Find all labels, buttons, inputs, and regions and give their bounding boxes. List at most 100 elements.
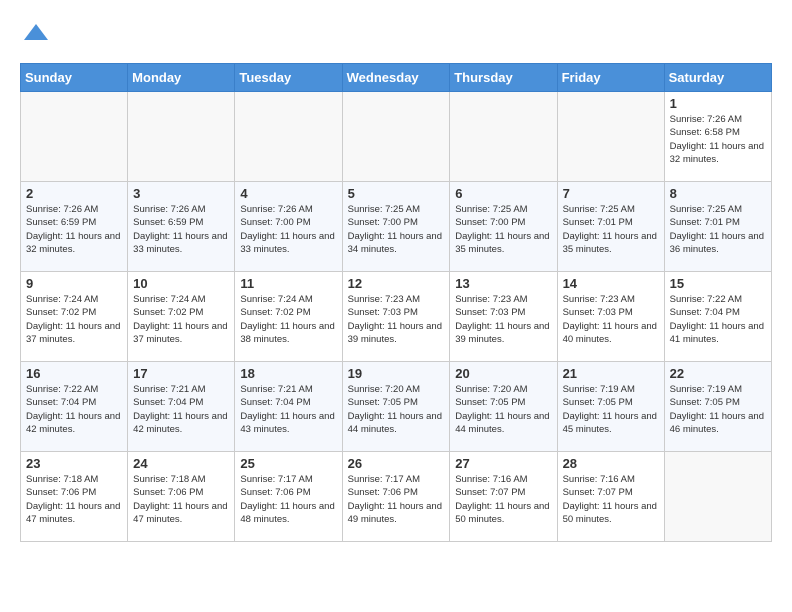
calendar-cell: 21 Sunrise: 7:19 AM Sunset: 7:05 PM Dayli… bbox=[557, 362, 664, 452]
day-info: Sunrise: 7:19 AM Sunset: 7:05 PM Dayligh… bbox=[563, 383, 659, 436]
day-number: 28 bbox=[563, 456, 659, 471]
day-number: 8 bbox=[670, 186, 766, 201]
calendar-cell: 10 Sunrise: 7:24 AM Sunset: 7:02 PM Dayli… bbox=[128, 272, 235, 362]
calendar-cell: 24 Sunrise: 7:18 AM Sunset: 7:06 PM Dayli… bbox=[128, 452, 235, 542]
calendar-cell bbox=[235, 92, 342, 182]
day-number: 6 bbox=[455, 186, 551, 201]
day-info: Sunrise: 7:25 AM Sunset: 7:01 PM Dayligh… bbox=[563, 203, 659, 256]
day-info: Sunrise: 7:16 AM Sunset: 7:07 PM Dayligh… bbox=[455, 473, 551, 526]
day-number: 1 bbox=[670, 96, 766, 111]
calendar-cell: 6 Sunrise: 7:25 AM Sunset: 7:00 PM Daylig… bbox=[450, 182, 557, 272]
day-info: Sunrise: 7:26 AM Sunset: 6:59 PM Dayligh… bbox=[133, 203, 229, 256]
day-info: Sunrise: 7:25 AM Sunset: 7:01 PM Dayligh… bbox=[670, 203, 766, 256]
day-info: Sunrise: 7:17 AM Sunset: 7:06 PM Dayligh… bbox=[348, 473, 445, 526]
weekday-header-friday: Friday bbox=[557, 64, 664, 92]
day-number: 17 bbox=[133, 366, 229, 381]
calendar-cell: 15 Sunrise: 7:22 AM Sunset: 7:04 PM Dayli… bbox=[664, 272, 771, 362]
weekday-header-monday: Monday bbox=[128, 64, 235, 92]
calendar-cell: 8 Sunrise: 7:25 AM Sunset: 7:01 PM Daylig… bbox=[664, 182, 771, 272]
day-info: Sunrise: 7:23 AM Sunset: 7:03 PM Dayligh… bbox=[348, 293, 445, 346]
calendar-week-4: 16 Sunrise: 7:22 AM Sunset: 7:04 PM Dayli… bbox=[21, 362, 772, 452]
calendar-cell: 26Sunrise: 7:17 AM Sunset: 7:06 PM Dayli… bbox=[342, 452, 450, 542]
calendar-cell: 22 Sunrise: 7:19 AM Sunset: 7:05 PM Dayli… bbox=[664, 362, 771, 452]
day-number: 12 bbox=[348, 276, 445, 291]
day-info: Sunrise: 7:23 AM Sunset: 7:03 PM Dayligh… bbox=[563, 293, 659, 346]
day-number: 19 bbox=[348, 366, 445, 381]
day-info: Sunrise: 7:26 AM Sunset: 6:59 PM Dayligh… bbox=[26, 203, 122, 256]
day-number: 10 bbox=[133, 276, 229, 291]
day-number: 5 bbox=[348, 186, 445, 201]
calendar-cell: 25Sunrise: 7:17 AM Sunset: 7:06 PM Dayli… bbox=[235, 452, 342, 542]
calendar-body: 1 Sunrise: 7:26 AM Sunset: 6:58 PM Daylig… bbox=[21, 92, 772, 542]
header bbox=[20, 20, 772, 53]
day-number: 21 bbox=[563, 366, 659, 381]
day-info: Sunrise: 7:21 AM Sunset: 7:04 PM Dayligh… bbox=[133, 383, 229, 436]
day-number: 11 bbox=[240, 276, 336, 291]
day-number: 9 bbox=[26, 276, 122, 291]
calendar-cell: 12 Sunrise: 7:23 AM Sunset: 7:03 PM Dayli… bbox=[342, 272, 450, 362]
day-info: Sunrise: 7:17 AM Sunset: 7:06 PM Dayligh… bbox=[240, 473, 336, 526]
calendar-cell: 13 Sunrise: 7:23 AM Sunset: 7:03 PM Dayli… bbox=[450, 272, 557, 362]
logo bbox=[20, 20, 50, 53]
day-info: Sunrise: 7:25 AM Sunset: 7:00 PM Dayligh… bbox=[455, 203, 551, 256]
day-number: 23 bbox=[26, 456, 122, 471]
calendar-cell bbox=[21, 92, 128, 182]
day-number: 14 bbox=[563, 276, 659, 291]
day-info: Sunrise: 7:24 AM Sunset: 7:02 PM Dayligh… bbox=[26, 293, 122, 346]
day-info: Sunrise: 7:22 AM Sunset: 7:04 PM Dayligh… bbox=[26, 383, 122, 436]
calendar-cell: 16 Sunrise: 7:22 AM Sunset: 7:04 PM Dayli… bbox=[21, 362, 128, 452]
day-number: 20 bbox=[455, 366, 551, 381]
calendar-cell: 27Sunrise: 7:16 AM Sunset: 7:07 PM Dayli… bbox=[450, 452, 557, 542]
day-info: Sunrise: 7:21 AM Sunset: 7:04 PM Dayligh… bbox=[240, 383, 336, 436]
calendar-week-2: 2 Sunrise: 7:26 AM Sunset: 6:59 PM Daylig… bbox=[21, 182, 772, 272]
day-number: 15 bbox=[670, 276, 766, 291]
day-number: 4 bbox=[240, 186, 336, 201]
calendar-cell bbox=[342, 92, 450, 182]
calendar-cell: 3 Sunrise: 7:26 AM Sunset: 6:59 PM Daylig… bbox=[128, 182, 235, 272]
calendar-cell: 18 Sunrise: 7:21 AM Sunset: 7:04 PM Dayli… bbox=[235, 362, 342, 452]
day-number: 18 bbox=[240, 366, 336, 381]
calendar-cell bbox=[128, 92, 235, 182]
calendar-table: SundayMondayTuesdayWednesdayThursdayFrid… bbox=[20, 63, 772, 542]
weekday-header-thursday: Thursday bbox=[450, 64, 557, 92]
calendar-cell: 17 Sunrise: 7:21 AM Sunset: 7:04 PM Dayli… bbox=[128, 362, 235, 452]
weekday-header-sunday: Sunday bbox=[21, 64, 128, 92]
day-number: 2 bbox=[26, 186, 122, 201]
calendar-cell: 4 Sunrise: 7:26 AM Sunset: 7:00 PM Daylig… bbox=[235, 182, 342, 272]
day-info: Sunrise: 7:19 AM Sunset: 7:05 PM Dayligh… bbox=[670, 383, 766, 436]
day-info: Sunrise: 7:18 AM Sunset: 7:06 PM Dayligh… bbox=[133, 473, 229, 526]
weekday-header-saturday: Saturday bbox=[664, 64, 771, 92]
day-number: 16 bbox=[26, 366, 122, 381]
calendar-cell: 20 Sunrise: 7:20 AM Sunset: 7:05 PM Dayli… bbox=[450, 362, 557, 452]
calendar-cell: 2 Sunrise: 7:26 AM Sunset: 6:59 PM Daylig… bbox=[21, 182, 128, 272]
calendar-cell bbox=[450, 92, 557, 182]
day-number: 7 bbox=[563, 186, 659, 201]
day-info: Sunrise: 7:20 AM Sunset: 7:05 PM Dayligh… bbox=[455, 383, 551, 436]
calendar-cell: 19 Sunrise: 7:20 AM Sunset: 7:05 PM Dayli… bbox=[342, 362, 450, 452]
day-info: Sunrise: 7:24 AM Sunset: 7:02 PM Dayligh… bbox=[133, 293, 229, 346]
calendar-cell: 28 Sunrise: 7:16 AM Sunset: 7:07 PM Dayli… bbox=[557, 452, 664, 542]
day-number: 24 bbox=[133, 456, 229, 471]
calendar-week-1: 1 Sunrise: 7:26 AM Sunset: 6:58 PM Daylig… bbox=[21, 92, 772, 182]
day-info: Sunrise: 7:16 AM Sunset: 7:07 PM Dayligh… bbox=[563, 473, 659, 526]
weekday-header-tuesday: Tuesday bbox=[235, 64, 342, 92]
calendar-cell: 1 Sunrise: 7:26 AM Sunset: 6:58 PM Daylig… bbox=[664, 92, 771, 182]
calendar-week-3: 9 Sunrise: 7:24 AM Sunset: 7:02 PM Daylig… bbox=[21, 272, 772, 362]
weekday-header-wednesday: Wednesday bbox=[342, 64, 450, 92]
calendar-cell bbox=[557, 92, 664, 182]
day-info: Sunrise: 7:22 AM Sunset: 7:04 PM Dayligh… bbox=[670, 293, 766, 346]
calendar-cell: 11Sunrise: 7:24 AM Sunset: 7:02 PM Dayli… bbox=[235, 272, 342, 362]
day-info: Sunrise: 7:26 AM Sunset: 6:58 PM Dayligh… bbox=[670, 113, 766, 166]
day-info: Sunrise: 7:23 AM Sunset: 7:03 PM Dayligh… bbox=[455, 293, 551, 346]
calendar-week-5: 23 Sunrise: 7:18 AM Sunset: 7:06 PM Dayli… bbox=[21, 452, 772, 542]
calendar-cell: 9 Sunrise: 7:24 AM Sunset: 7:02 PM Daylig… bbox=[21, 272, 128, 362]
calendar-cell: 7 Sunrise: 7:25 AM Sunset: 7:01 PM Daylig… bbox=[557, 182, 664, 272]
day-info: Sunrise: 7:20 AM Sunset: 7:05 PM Dayligh… bbox=[348, 383, 445, 436]
day-number: 3 bbox=[133, 186, 229, 201]
day-info: Sunrise: 7:26 AM Sunset: 7:00 PM Dayligh… bbox=[240, 203, 336, 256]
day-info: Sunrise: 7:25 AM Sunset: 7:00 PM Dayligh… bbox=[348, 203, 445, 256]
day-number: 22 bbox=[670, 366, 766, 381]
calendar-cell: 23Sunrise: 7:18 AM Sunset: 7:06 PM Dayli… bbox=[21, 452, 128, 542]
day-number: 13 bbox=[455, 276, 551, 291]
calendar-cell: 5 Sunrise: 7:25 AM Sunset: 7:00 PM Daylig… bbox=[342, 182, 450, 272]
